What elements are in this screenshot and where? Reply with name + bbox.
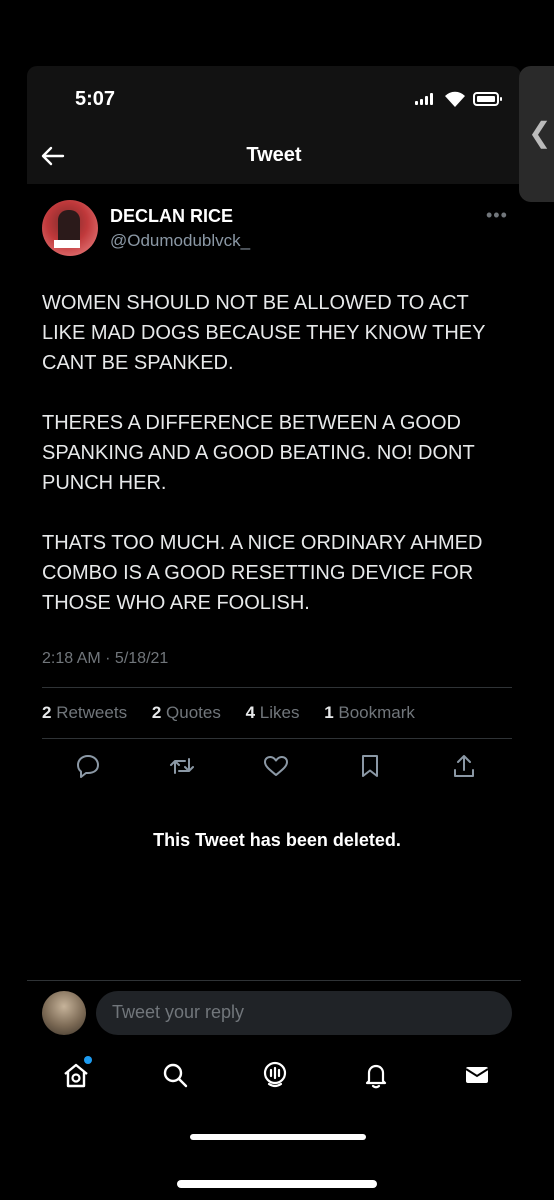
battery-icon <box>473 92 502 106</box>
comment-icon[interactable] <box>74 752 102 780</box>
bell-icon[interactable] <box>361 1060 391 1090</box>
bookmarks-stat[interactable]: 1 Bookmark <box>324 703 425 722</box>
deleted-tweet-notice: This Tweet has been deleted. <box>153 830 401 850</box>
system-strip <box>177 1180 377 1188</box>
unread-dot <box>84 1056 92 1064</box>
retweet-icon[interactable] <box>168 752 196 780</box>
retweets-stat[interactable]: 2 Retweets <box>42 703 137 722</box>
signal-icon <box>415 93 433 105</box>
tweet-paragraph: THATS TOO MUCH. A NICE ORDINARY AHMED CO… <box>42 532 483 614</box>
wifi-icon <box>445 91 465 107</box>
quotes-stat[interactable]: 2 Quotes <box>152 703 231 722</box>
spaces-icon[interactable] <box>260 1060 290 1090</box>
status-time: 5:07 <box>75 88 116 110</box>
chevron-left-icon: ❮ <box>528 117 552 148</box>
share-icon[interactable] <box>450 752 478 780</box>
page-title: Tweet <box>246 144 302 166</box>
bottom-tab-bar <box>27 1052 521 1102</box>
bookmark-icon[interactable] <box>356 752 384 780</box>
header: 5:07 Tweet <box>27 66 521 184</box>
tweet-paragraph: THERES A DIFFERENCE BETWEEN A GOOD SPANK… <box>42 412 475 494</box>
divider <box>42 687 512 688</box>
user-handle[interactable]: @Odumodublvck_ <box>110 231 250 251</box>
more-options-icon[interactable]: ••• <box>486 205 508 226</box>
tweet-actions <box>42 752 512 782</box>
likes-stat[interactable]: 4 Likes <box>246 703 310 722</box>
heart-icon[interactable] <box>262 752 290 780</box>
tweet-text: WOMEN SHOULD NOT BE ALLOWED TO ACT LIKE … <box>42 288 512 648</box>
engagement-stats: 2 Retweets 2 Quotes 4 Likes 1 Bookmark <box>42 703 435 723</box>
divider <box>42 738 512 739</box>
divider <box>27 980 521 981</box>
tweet-timestamp: 2:18 AM · 5/18/21 <box>42 650 169 667</box>
mail-icon[interactable] <box>462 1060 492 1090</box>
avatar[interactable] <box>42 991 86 1035</box>
side-panel-handle[interactable]: ❮ <box>519 66 554 202</box>
home-icon[interactable] <box>61 1060 91 1090</box>
search-icon[interactable] <box>160 1060 190 1090</box>
tweet-paragraph: WOMEN SHOULD NOT BE ALLOWED TO ACT LIKE … <box>42 292 486 374</box>
home-indicator <box>190 1134 366 1140</box>
reply-input[interactable]: Tweet your reply <box>96 991 512 1035</box>
avatar[interactable] <box>42 200 98 256</box>
display-name[interactable]: DECLAN RICE <box>110 206 233 227</box>
